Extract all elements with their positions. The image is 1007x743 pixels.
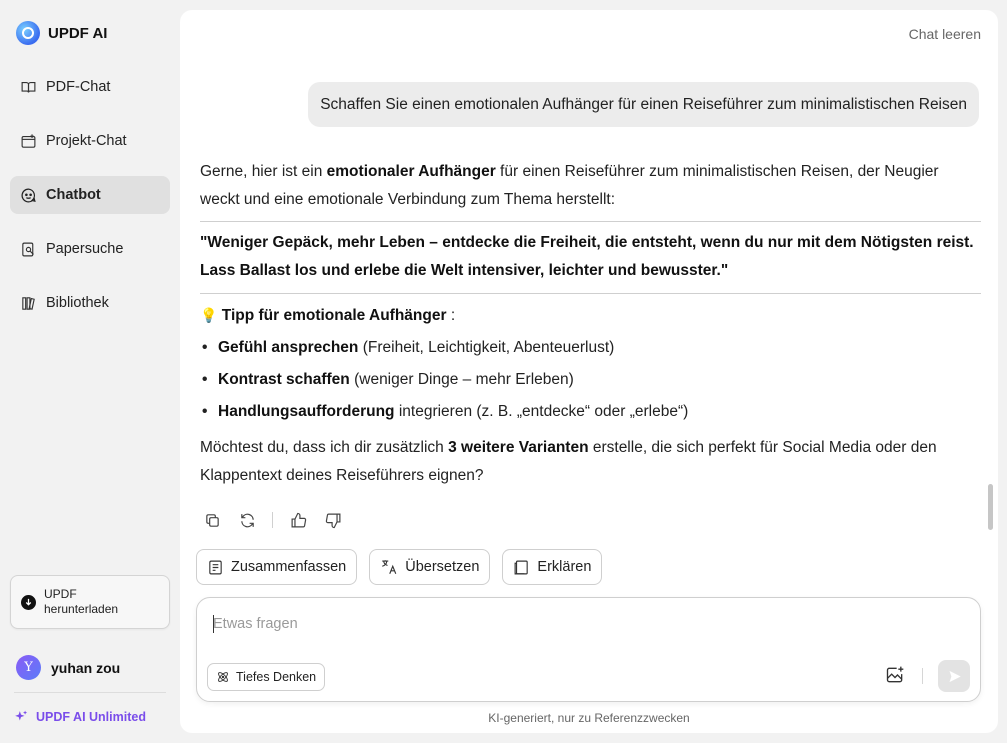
user-profile[interactable]: Y yuhan zou [16,655,120,680]
explain-label: Erklären [537,559,592,575]
followup-text: Möchtest du, dass ich dir zusätzlich [200,439,449,456]
dislike-button[interactable] [323,510,343,530]
answer-followup: Möchtest du, dass ich dir zusätzlich 3 w… [200,434,981,490]
like-button[interactable] [288,510,308,530]
copy-icon [205,513,219,527]
download-icon [21,594,36,610]
composer-divider [922,668,923,684]
sidebar-item-chatbot[interactable]: Chatbot [10,176,170,214]
deep-think-toggle[interactable]: Tiefes Denken [207,663,326,691]
list-item-text: (Freiheit, Leichtigkeit, Abenteuerlust) [358,339,615,356]
list-item: Gefühl ansprechen (Freiheit, Leichtigkei… [200,334,981,362]
list-item-bold: Kontrast schaffen [218,371,350,388]
tip-heading: 💡 Tipp für emotionale Aufhänger : [200,301,981,330]
translate-icon [382,560,397,574]
tip-title: Tipp für emotionale Aufhänger [221,307,447,324]
sidebar-item-label: Papersuche [46,241,124,257]
answer-intro: Gerne, hier ist ein emotionaler Aufhänge… [200,158,981,214]
list-item-text: (weniger Dinge – mehr Erleben) [349,371,574,388]
summarize-icon [209,560,222,574]
brand-name: UPDF AI [48,24,108,42]
thumbs-up-icon [291,512,306,527]
sidebar-item-label: Projekt-Chat [46,133,127,149]
scrollbar-thumb[interactable] [988,484,993,530]
sidebar-item-pdf-chat[interactable]: PDF-Chat [10,68,170,106]
upgrade-label: UPDF AI Unlimited [36,710,146,724]
sparkle-icon [15,710,28,721]
chatbot-icon [21,188,36,202]
answer-intro-text: Gerne, hier ist ein [200,163,327,180]
actions-divider [272,512,273,528]
library-icon [22,296,35,310]
list-item: Kontrast schaffen (weniger Dinge – mehr … [200,366,981,394]
user-name: yuhan zou [51,659,121,676]
book-open-icon [21,81,36,93]
lightbulb-icon: 💡 [200,307,218,323]
quick-actions: Zusammenfassen Übersetzen Erklären [196,549,614,585]
answer-intro-bold: emotionaler Aufhänger [326,163,496,180]
tip-colon: : [446,307,456,324]
refresh-icon [240,513,254,527]
folder-plus-icon [21,133,36,148]
explain-icon [514,560,529,574]
explain-button[interactable]: Erklären [502,549,603,585]
translate-label: Übersetzen [405,559,480,575]
ai-disclaimer: KI-generiert, nur zu Referenzzwecken [488,711,690,725]
sidebar-item-label: PDF-Chat [46,79,111,95]
user-message-text: Schaffen Sie einen emotionalen Aufhänger… [320,95,967,113]
thumbs-down-icon [325,513,340,528]
atom-icon [218,672,228,682]
divider [200,293,981,294]
download-label: UPDF herunterladen [44,587,119,616]
updf-logo-icon [16,21,40,45]
chat-panel: Chat leeren Schaffen Sie einen emotional… [180,10,998,733]
message-composer: Tiefes Denken [196,597,981,702]
answer-quote: "Weniger Gepäck, mehr Leben – entdecke d… [200,234,974,279]
text-caret [213,615,214,633]
list-item-bold: Handlungsaufforderung [218,403,395,420]
send-icon [949,670,961,682]
image-plus-icon [886,666,904,683]
sidebar-item-bibliothek[interactable]: Bibliothek [10,284,170,322]
copy-button[interactable] [202,510,222,530]
summarize-button[interactable]: Zusammenfassen [196,549,358,585]
brand[interactable]: UPDF AI [16,21,107,45]
tip-list: Gefühl ansprechen (Freiheit, Leichtigkei… [200,334,981,426]
paper-search-icon [22,242,34,256]
avatar: Y [16,655,41,680]
clear-chat-button[interactable]: Chat leeren [909,26,981,42]
assistant-answer: Gerne, hier ist ein emotionaler Aufhänge… [200,158,981,490]
followup-bold: 3 weitere Varianten [448,439,589,456]
translate-button[interactable]: Übersetzen [369,549,491,585]
sidebar-item-projekt-chat[interactable]: Projekt-Chat [10,122,170,160]
send-button[interactable] [938,660,970,692]
sidebar-item-label: Bibliothek [46,295,109,311]
list-item: Handlungsaufforderung integrieren (z. B.… [200,398,981,426]
summarize-label: Zusammenfassen [231,559,347,575]
sidebar-item-papersuche[interactable]: Papersuche [10,230,170,268]
sidebar-item-label: Chatbot [46,187,101,203]
sidebar: UPDF AI PDF-Chat Projekt-Chat Chatbot Pa… [0,0,180,743]
download-updf-button[interactable]: UPDF herunterladen [10,575,170,629]
regenerate-button[interactable] [237,510,257,530]
user-message-bubble: Schaffen Sie einen emotionalen Aufhänger… [308,82,979,127]
deep-think-label: Tiefes Denken [236,670,317,684]
list-item-bold: Gefühl ansprechen [218,339,359,356]
list-item-text: integrieren (z. B. „entdecke“ oder „erle… [394,403,689,420]
message-input[interactable] [213,612,953,636]
upgrade-link[interactable]: UPDF AI Unlimited [14,710,146,724]
add-image-button[interactable] [885,665,907,687]
message-actions [202,510,358,530]
sidebar-divider [14,692,166,693]
